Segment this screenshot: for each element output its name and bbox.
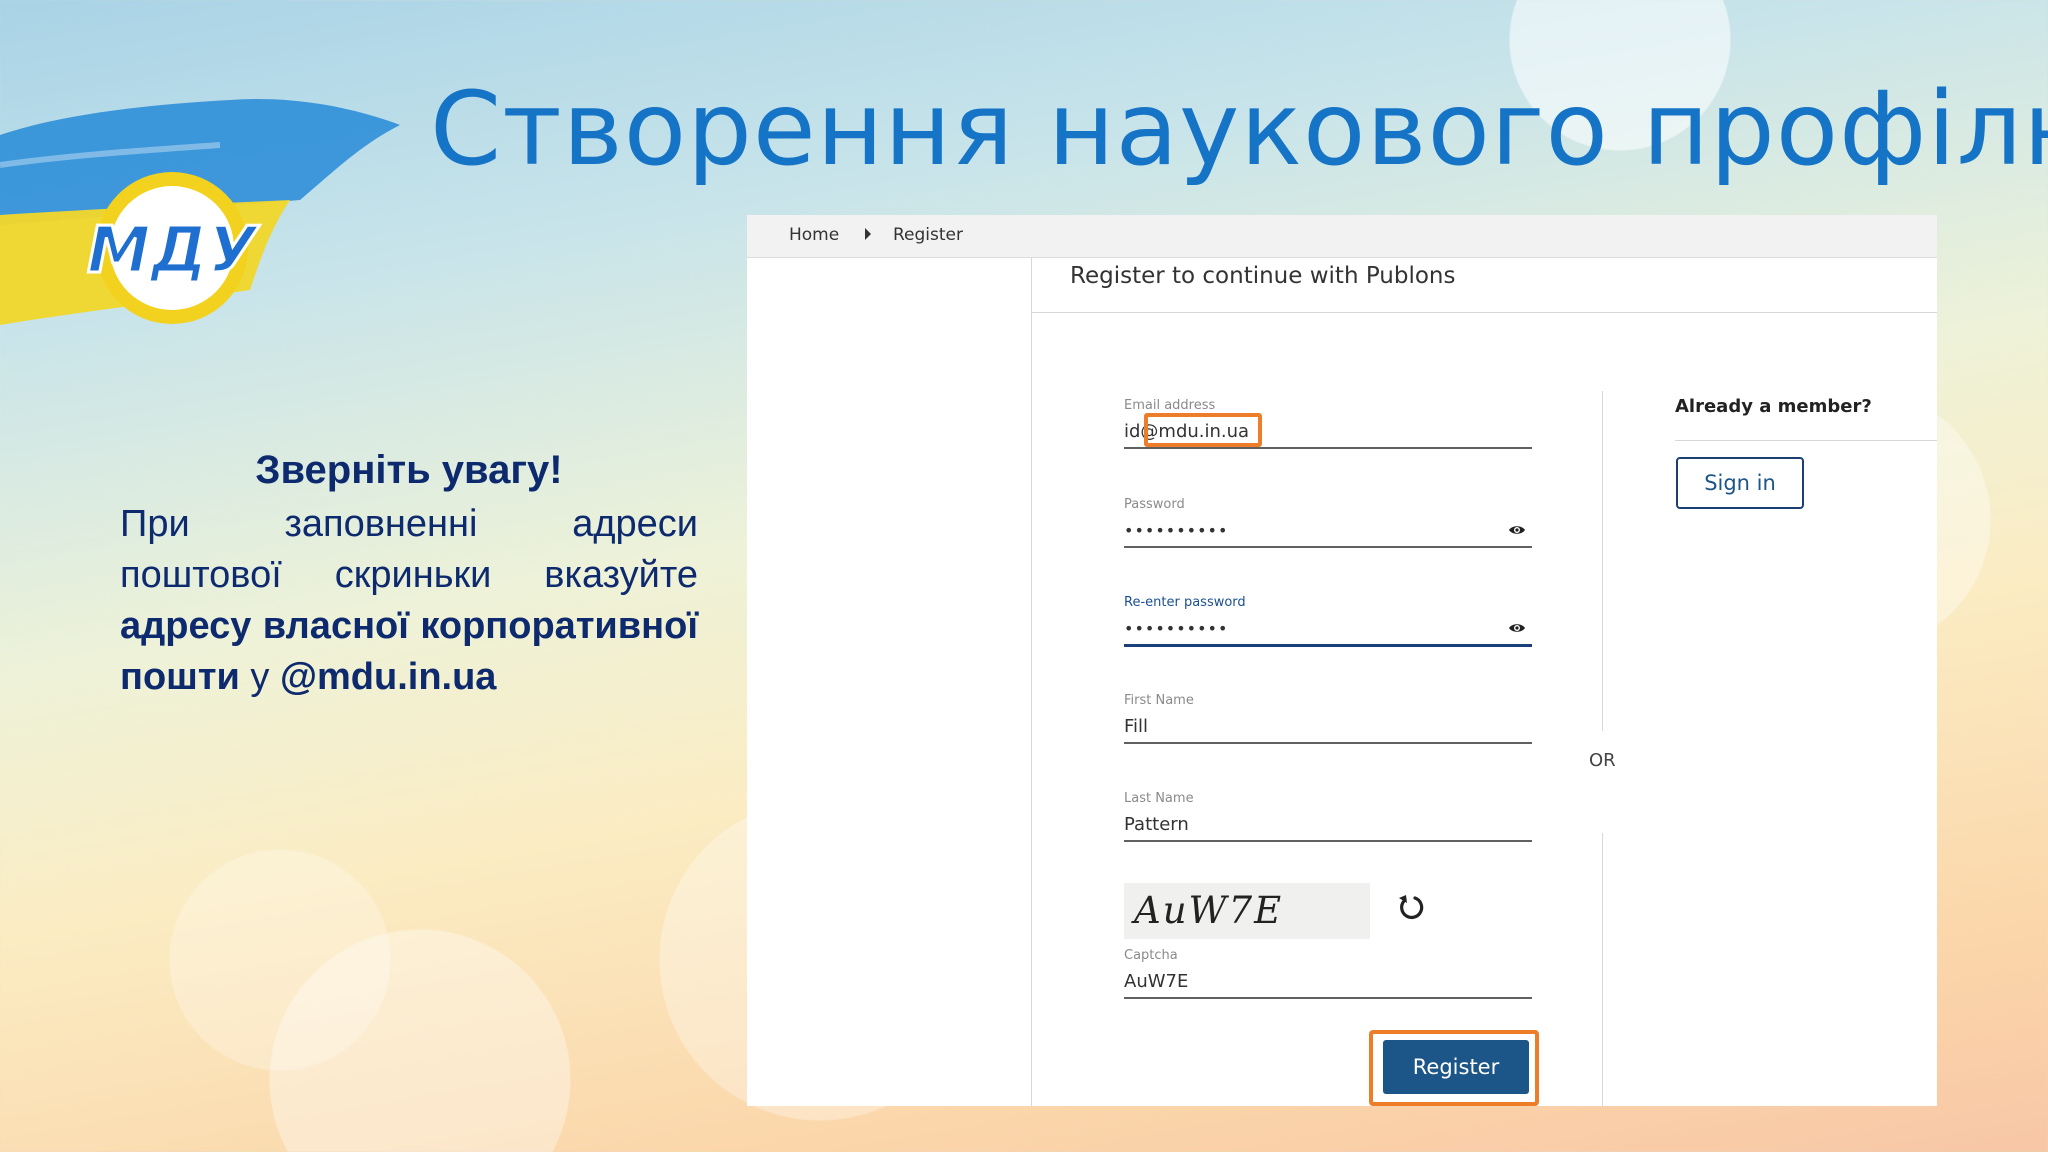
- show-reenter-password-icon[interactable]: [1508, 622, 1526, 634]
- or-divider-top: [1602, 391, 1603, 731]
- captcha-input[interactable]: AuW7E: [1124, 969, 1532, 995]
- breadcrumb-home-link[interactable]: Home: [789, 225, 839, 245]
- captcha-value: AuW7E: [1124, 971, 1189, 992]
- register-button[interactable]: Register: [1383, 1040, 1529, 1094]
- note-text-prep: у: [250, 656, 280, 698]
- last-name-input[interactable]: Pattern: [1124, 812, 1532, 838]
- or-divider-bottom: [1602, 833, 1603, 1106]
- svg-text:МДУ: МДУ: [87, 214, 260, 288]
- reenter-password-input[interactable]: ••••••••••: [1124, 616, 1532, 642]
- reenter-password-field[interactable]: Re-enter password ••••••••••: [1124, 595, 1532, 647]
- sidebar-divider: [1031, 257, 1032, 1106]
- note-block: Зверніть увагу! При заповненні адреси по…: [120, 448, 698, 703]
- last-name-label: Last Name: [1124, 791, 1194, 806]
- member-divider: [1675, 440, 1937, 441]
- reenter-password-label: Re-enter password: [1124, 595, 1246, 610]
- captcha-image: AuW7E: [1124, 883, 1370, 939]
- password-field[interactable]: Password ••••••••••: [1124, 497, 1532, 548]
- email-underline: [1124, 447, 1532, 449]
- password-value: ••••••••••: [1124, 521, 1229, 540]
- password-underline: [1124, 546, 1532, 548]
- domain-highlight: [1144, 413, 1262, 447]
- captcha-field[interactable]: Captcha AuW7E: [1124, 948, 1532, 999]
- breadcrumb: Home Register: [747, 215, 1937, 258]
- reenter-password-underline: [1124, 644, 1532, 647]
- first-name-value: Fill: [1124, 716, 1149, 737]
- email-label: Email address: [1124, 398, 1216, 413]
- captcha-label: Captcha: [1124, 948, 1178, 963]
- reenter-password-value: ••••••••••: [1124, 619, 1229, 638]
- captcha-underline: [1124, 997, 1532, 999]
- slide-title: Створення наукового профілю: [430, 70, 2048, 189]
- last-name-value: Pattern: [1124, 814, 1189, 835]
- breadcrumb-arrow-icon: [865, 228, 871, 240]
- password-label: Password: [1124, 497, 1185, 512]
- university-logo: МДУ: [85, 172, 261, 324]
- note-body: При заповненні адреси поштової скриньки …: [120, 499, 698, 703]
- sign-in-button[interactable]: Sign in: [1676, 457, 1804, 509]
- first-name-input[interactable]: Fill: [1124, 714, 1532, 740]
- password-input[interactable]: ••••••••••: [1124, 518, 1532, 544]
- note-heading: Зверніть увагу!: [255, 448, 563, 492]
- last-name-field[interactable]: Last Name Pattern: [1124, 791, 1532, 842]
- note-domain: @mdu.in.ua: [279, 656, 497, 698]
- publons-register-screenshot: Home Register Register to continue with …: [747, 215, 1937, 1106]
- email-field[interactable]: Email address id@mdu.in.ua: [1124, 398, 1532, 449]
- email-input[interactable]: id@mdu.in.ua: [1124, 413, 1532, 447]
- show-password-icon[interactable]: [1508, 524, 1526, 536]
- already-member-heading: Already a member?: [1675, 396, 1872, 417]
- last-name-underline: [1124, 840, 1532, 842]
- first-name-underline: [1124, 742, 1532, 744]
- note-text: При заповненні адреси поштової скриньки …: [120, 503, 698, 596]
- refresh-captcha-icon[interactable]: [1395, 891, 1427, 925]
- first-name-label: First Name: [1124, 693, 1194, 708]
- form-title: Register to continue with Publons: [1070, 263, 1456, 289]
- or-label: OR: [1589, 750, 1616, 771]
- first-name-field[interactable]: First Name Fill: [1124, 693, 1532, 744]
- breadcrumb-current: Register: [893, 225, 963, 245]
- title-divider: [1032, 312, 1937, 313]
